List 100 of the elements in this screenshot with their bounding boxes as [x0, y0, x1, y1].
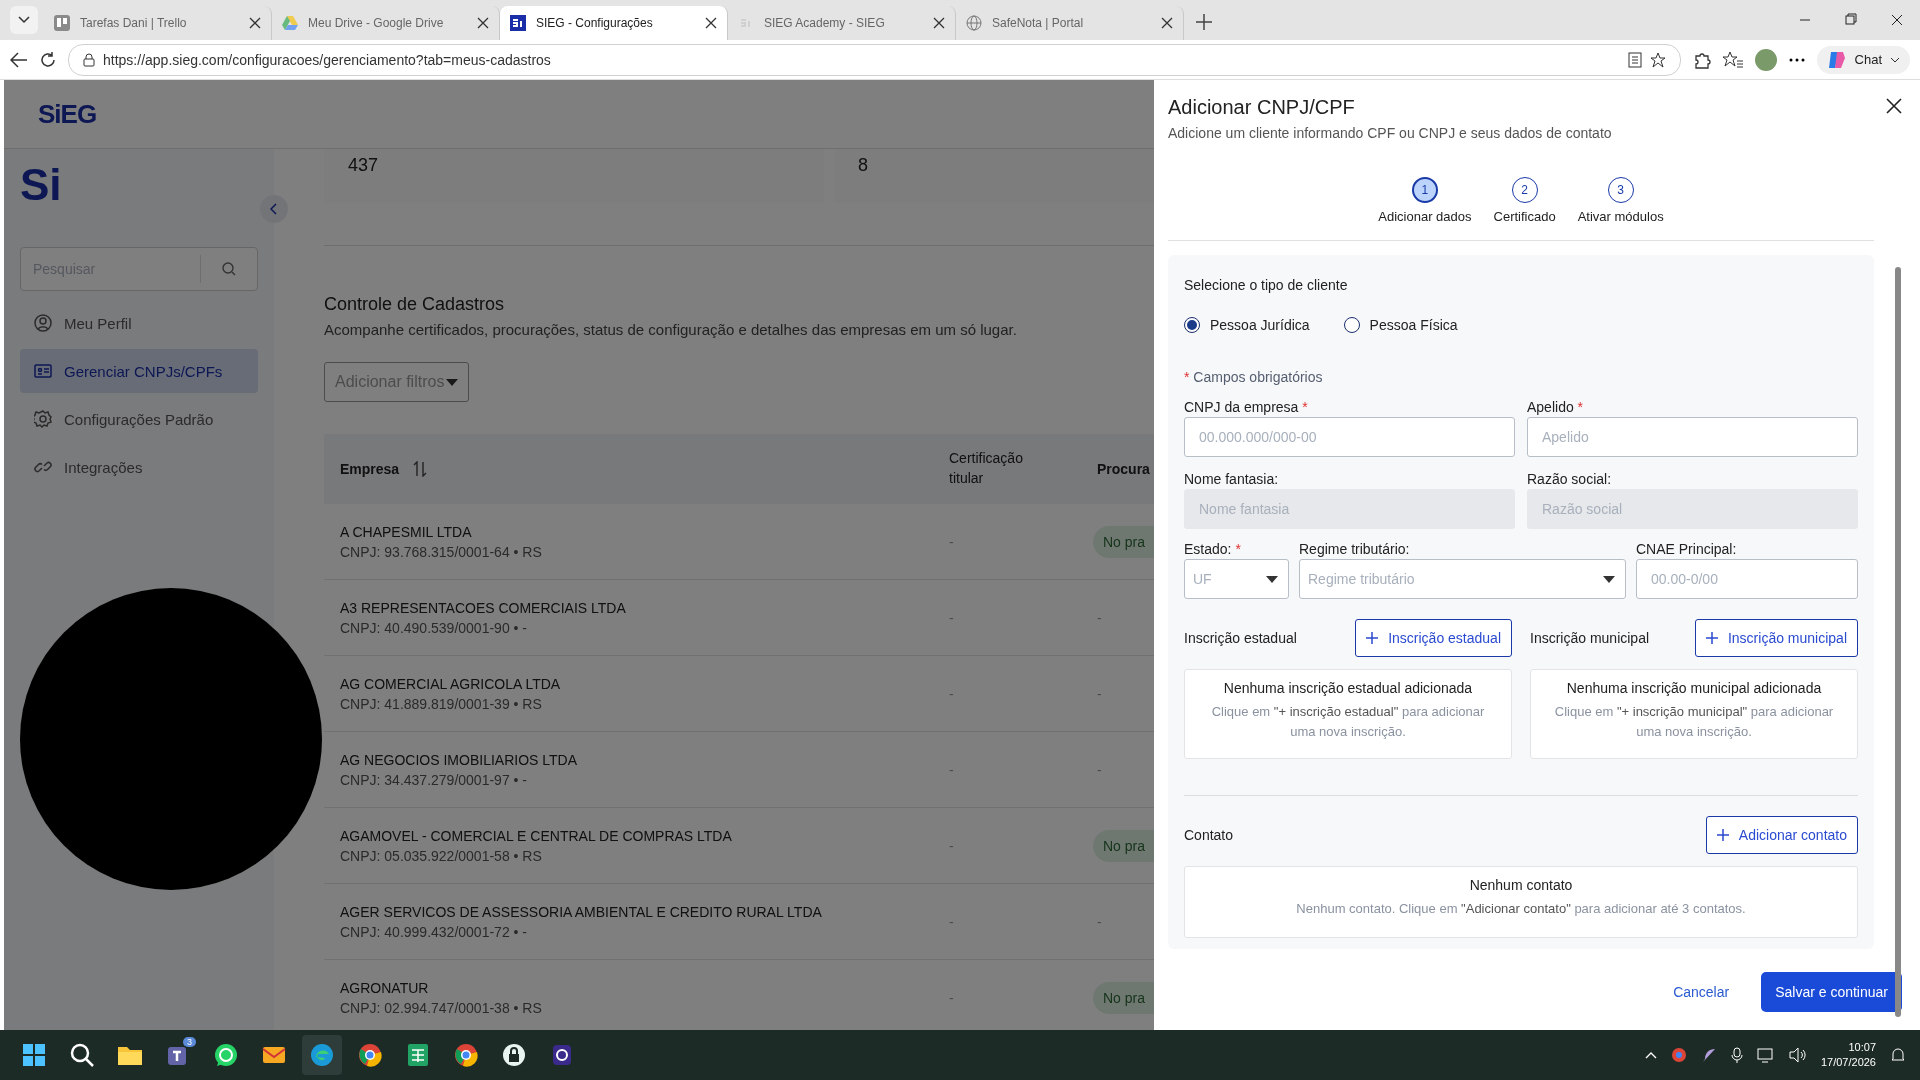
company-name: AGER SERVICOS DE ASSESSORIA AMBIENTAL E CREDITO RURAL LTDA	[340, 903, 822, 920]
collapse-button[interactable]	[260, 195, 288, 223]
radio-option[interactable]: Pessoa Física	[1343, 317, 1458, 333]
cancel-button[interactable]: Cancelar	[1667, 983, 1736, 1001]
browser-icon[interactable]	[359, 1044, 382, 1067]
stat-value: 8	[858, 155, 868, 175]
profile-avatar[interactable]	[1754, 48, 1777, 71]
stepper-step[interactable]: 2 Certificado	[1493, 177, 1556, 224]
caret-icon	[446, 378, 459, 386]
add-button[interactable]: Inscrição estadual	[1355, 619, 1512, 657]
back-icon[interactable]	[10, 51, 28, 68]
close-icon[interactable]	[1161, 17, 1173, 29]
table-cell: -	[1097, 609, 1102, 626]
section-subtitle: Acompanhe certificados, procurações, status de configuração e detalhes das empresas em um só lugar.	[324, 321, 1017, 338]
settings-icon	[34, 410, 52, 428]
notification-badge: 3	[183, 1037, 196, 1047]
lock-icon	[83, 52, 95, 67]
company-name: AGRONATUR	[340, 979, 430, 996]
table-cell: -	[949, 533, 954, 550]
table-cell: -	[949, 609, 954, 626]
empty-text: Nenhum contato. Clique em "Adicionar contato" para adicionar até 3 contatos.	[1295, 900, 1747, 918]
company-cnpj: CNPJ: 40.999.432/0001-72 • -	[340, 923, 529, 940]
network-icon[interactable]	[1756, 1047, 1775, 1063]
stat-value: 437	[348, 155, 379, 175]
panel-subtitle: Adicione um cliente informando CPF ou CNPJ e seus dados de contato	[1168, 125, 1612, 141]
chat-bubble-icon[interactable]	[215, 1044, 237, 1066]
column-header: Certificação titular	[949, 450, 1023, 486]
mail-icon[interactable]	[262, 1047, 286, 1063]
field-label: Razão social:	[1527, 471, 1613, 487]
field-label: CNAE Principal:	[1636, 541, 1738, 557]
section-label: Selecione o tipo de cliente	[1184, 277, 1349, 293]
copilot-icon	[1826, 49, 1847, 70]
puzzle-icon[interactable]	[1692, 50, 1711, 69]
company-name: AG COMERCIAL AGRICOLA LTDA	[340, 675, 561, 692]
lock-icon[interactable]	[503, 1044, 525, 1066]
plus-icon	[1705, 632, 1718, 644]
browser-tab[interactable]: SIEG - Configurações	[500, 6, 728, 40]
add-button[interactable]: Inscrição municipal	[1694, 619, 1858, 657]
board-icon	[54, 15, 70, 31]
browser-icon[interactable]	[455, 1044, 478, 1067]
table-cell: -	[1097, 761, 1102, 778]
notification-icon[interactable]	[1890, 1047, 1906, 1063]
section-label: Inscrição estadual	[1184, 630, 1297, 646]
chevron-down-icon	[1890, 56, 1900, 63]
input-field[interactable]: 00.00-0/00	[1636, 559, 1858, 599]
address-bar[interactable]: https://app.sieg.com/configuracoes/gerenciamento?tab=meus-cadastros	[68, 43, 1681, 76]
logo-icon	[510, 15, 526, 31]
company-name: A CHAPESMIL LTDA	[340, 523, 473, 540]
drive-icon	[282, 16, 298, 30]
clock-time[interactable]: 10:07	[1820, 1039, 1876, 1055]
stepper-step[interactable]: 1 Adicionar dados	[1378, 177, 1472, 224]
chevron-down-icon	[18, 16, 30, 24]
sort-icon[interactable]	[413, 461, 428, 477]
column-header: Procura	[1097, 461, 1150, 477]
app-icon[interactable]	[553, 1045, 571, 1065]
add-button[interactable]: Adicionar contato	[1705, 816, 1858, 854]
table-cell: -	[949, 761, 954, 778]
start-icon[interactable]	[23, 1044, 45, 1066]
field-label: Nome fantasia:	[1184, 471, 1280, 487]
tab-list-button[interactable]	[10, 6, 38, 34]
search-icon[interactable]	[70, 1043, 94, 1067]
star-icon[interactable]	[1649, 51, 1666, 68]
close-icon[interactable]	[705, 17, 717, 29]
company-cnpj: CNPJ: 34.437.279/0001-97 • -	[340, 771, 529, 788]
column-header[interactable]: Empresa	[340, 461, 400, 477]
browser-icon[interactable]	[311, 1044, 333, 1066]
scrollbar-thumb[interactable]	[1895, 267, 1901, 1017]
empty-text: Clique em "+ inscrição municipal" para adicionar uma nova inscrição.	[1553, 703, 1835, 741]
stepper-step[interactable]: 3 Ativar módulos	[1577, 177, 1664, 224]
field-label: Regime tributário:	[1299, 541, 1411, 557]
company-name: AGAMOVEL - COMERCIAL E CENTRAL DE COMPRAS LTDA	[340, 827, 732, 844]
close-icon[interactable]	[477, 17, 489, 29]
logo: Si	[20, 163, 63, 207]
volume-icon[interactable]	[1788, 1047, 1807, 1063]
logo: SiEG	[38, 98, 97, 130]
teams-icon[interactable]	[168, 1047, 186, 1065]
favorites-icon[interactable]	[1722, 50, 1743, 69]
section-label: Inscrição municipal	[1530, 630, 1650, 646]
caret-icon	[1266, 575, 1278, 583]
chevron-left-icon	[270, 203, 278, 215]
radio-option[interactable]: Pessoa Jurídica	[1184, 317, 1310, 333]
input-field[interactable]: 00.000.000/000-00	[1184, 417, 1515, 457]
company-cnpj: CNPJ: 02.994.747/0001-38 • RS	[340, 999, 542, 1016]
microphone-icon[interactable]	[1730, 1047, 1743, 1063]
clock-date[interactable]: 17/07/2026	[1820, 1055, 1876, 1071]
submit-button[interactable]: Salvar e continuar	[1761, 972, 1902, 1012]
company-cnpj: CNPJ: 40.490.539/0001-90 • -	[340, 619, 529, 636]
folder-icon[interactable]	[118, 1047, 142, 1065]
table-cell: -	[1097, 685, 1102, 702]
close-icon[interactable]	[933, 17, 945, 29]
chevron-up-icon[interactable]	[1644, 1051, 1657, 1059]
more-icon[interactable]	[1788, 57, 1805, 62]
calculator-icon[interactable]	[408, 1044, 428, 1066]
close-icon[interactable]	[249, 17, 261, 29]
input-field[interactable]: Apelido	[1527, 417, 1858, 457]
reload-icon[interactable]	[40, 51, 56, 68]
empty-title: Nenhum contato	[1468, 877, 1574, 893]
chat-button[interactable]: Chat	[1816, 45, 1910, 74]
reader-icon[interactable]	[1627, 51, 1642, 68]
new-tab-icon[interactable]	[1194, 12, 1214, 32]
